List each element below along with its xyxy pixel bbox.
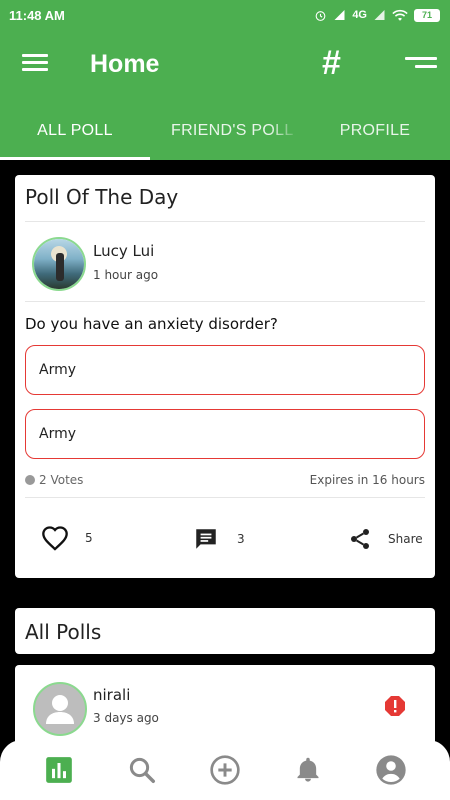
status-time: 11:48 AM <box>9 7 65 23</box>
sort-icon[interactable] <box>405 57 437 73</box>
divider <box>25 221 425 222</box>
nav-create[interactable] <box>205 750 245 790</box>
nav-search[interactable] <box>122 750 162 790</box>
battery-icon: 71 <box>414 8 440 22</box>
poll-option[interactable]: Army <box>25 345 425 395</box>
nav-notifications[interactable] <box>288 750 328 790</box>
app-bar: Home # <box>0 30 450 102</box>
poll-question: Do you have an anxiety disorder? <box>25 315 278 333</box>
expires-label: Expires in 16 hours <box>309 473 425 487</box>
poll-option-label: Army <box>39 426 77 442</box>
vote-count: 2 Votes <box>25 473 83 487</box>
bell-icon <box>297 757 319 782</box>
all-polls-header: All Polls <box>15 608 435 654</box>
avatar[interactable] <box>32 237 86 291</box>
heart-icon <box>42 526 68 551</box>
poll-of-the-day-heading: Poll Of The Day <box>25 185 179 209</box>
nav-profile[interactable] <box>371 750 411 790</box>
status-bar: 11:48 AM 4G 71 <box>0 0 450 30</box>
divider <box>25 301 425 302</box>
tab-bar: ALL POLL FRIEND'S POLL PROFILE <box>0 102 450 160</box>
poll-of-the-day-card: Poll Of The Day Lucy Lui 1 hour ago Do y… <box>15 175 435 578</box>
comment-icon <box>196 529 216 549</box>
nav-polls[interactable] <box>39 750 79 790</box>
menu-icon[interactable] <box>22 54 48 74</box>
share-icon <box>351 529 369 549</box>
tab-all-poll[interactable]: ALL POLL <box>0 102 150 160</box>
signal-icon-2 <box>374 10 385 20</box>
account-icon <box>375 755 406 785</box>
page-title: Home <box>90 50 160 78</box>
add-circle-icon <box>210 755 240 785</box>
tab-friends-poll[interactable]: FRIEND'S POLL <box>150 102 300 160</box>
poll-option[interactable]: Army <box>25 409 425 459</box>
report-icon[interactable] <box>383 694 407 722</box>
divider <box>25 497 425 498</box>
avatar-photo <box>34 239 84 289</box>
wifi-icon <box>392 9 408 21</box>
signal-icon <box>334 10 345 20</box>
comment-button[interactable]: 3 <box>193 526 245 552</box>
bottom-navigation <box>0 740 450 800</box>
all-polls-heading: All Polls <box>25 620 102 644</box>
like-button[interactable]: 5 <box>41 525 93 551</box>
post-time: 1 hour ago <box>93 268 159 282</box>
app-screen: 11:48 AM 4G 71 Home # ALL POLL FRIEND'S … <box>0 0 450 800</box>
author-name[interactable]: nirali <box>93 686 130 704</box>
search-icon <box>130 757 156 783</box>
hashtag-button[interactable]: # <box>322 44 341 83</box>
share-button[interactable]: Share <box>348 526 423 552</box>
like-count: 5 <box>85 531 93 545</box>
vote-count-label: 2 Votes <box>39 473 84 487</box>
default-user-icon <box>46 695 74 724</box>
avatar[interactable] <box>33 682 87 736</box>
network-type: 4G <box>352 9 367 21</box>
alarm-icon <box>315 10 326 21</box>
comment-count: 3 <box>237 532 245 546</box>
share-label: Share <box>388 532 423 546</box>
tab-profile[interactable]: PROFILE <box>300 102 450 160</box>
post-time: 3 days ago <box>93 711 159 725</box>
vote-dot-icon <box>25 475 35 485</box>
status-icons: 4G 71 <box>314 8 440 22</box>
poll-option-label: Army <box>39 362 77 378</box>
poll-chart-icon <box>46 757 73 783</box>
author-name[interactable]: Lucy Lui <box>93 242 154 260</box>
